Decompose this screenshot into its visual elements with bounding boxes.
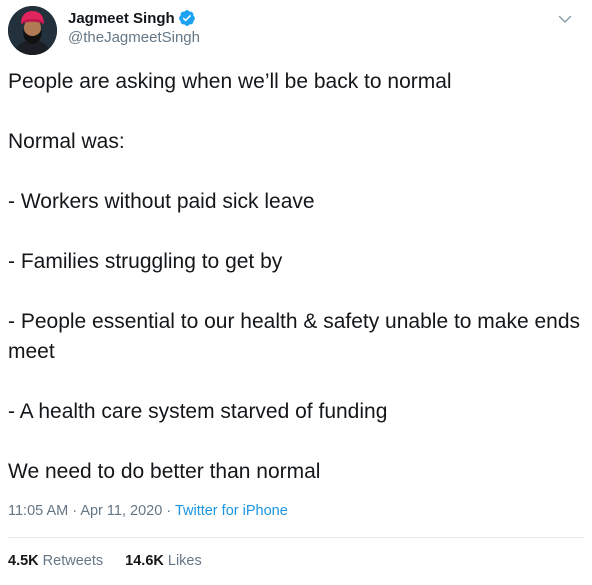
avatar-image xyxy=(8,6,57,55)
tweet-meta: 11:05 AM · Apr 11, 2020 · Twitter for iP… xyxy=(8,503,288,519)
retweets-count: 4.5K xyxy=(8,553,39,569)
chevron-down-icon[interactable] xyxy=(554,8,576,30)
tweet-stats: 4.5K Retweets 14.6K Likes xyxy=(8,553,220,569)
meta-separator: · xyxy=(72,503,78,519)
tweet-source-link[interactable]: Twitter for iPhone xyxy=(175,503,288,519)
user-handle[interactable]: @theJagmeetSingh xyxy=(68,29,200,46)
likes-label: Likes xyxy=(167,553,202,569)
user-names: Jagmeet Singh @theJagmeetSingh xyxy=(68,8,200,47)
verified-badge-icon xyxy=(178,9,196,27)
retweets-stat[interactable]: 4.5K Retweets xyxy=(8,553,103,569)
tweet-line: - Workers without paid sick leave xyxy=(8,190,315,213)
tweet-line: - A health care system starved of fundin… xyxy=(8,400,388,423)
tweet-line: People are asking when we’ll be back to … xyxy=(8,70,452,93)
tweet-text: People are asking when we’ll be back to … xyxy=(8,67,584,487)
display-name[interactable]: Jagmeet Singh xyxy=(68,10,175,27)
tweet-line: We need to do better than normal xyxy=(8,460,321,483)
retweets-label: Retweets xyxy=(42,553,104,569)
tweet-date[interactable]: Apr 11, 2020 xyxy=(80,503,162,519)
display-name-row: Jagmeet Singh xyxy=(68,8,200,28)
meta-separator: · xyxy=(166,503,172,519)
divider xyxy=(8,537,584,538)
tweet-line: - Families struggling to get by xyxy=(8,250,283,273)
likes-count: 14.6K xyxy=(125,553,164,569)
likes-stat[interactable]: 14.6K Likes xyxy=(125,553,202,569)
tweet-line: Normal was: xyxy=(8,130,125,153)
tweet-card: Jagmeet Singh @theJagmeetSingh People ar… xyxy=(0,0,592,585)
avatar[interactable] xyxy=(8,6,57,55)
tweet-header: Jagmeet Singh @theJagmeetSingh xyxy=(8,6,584,56)
tweet-line: - People essential to our health & safet… xyxy=(8,310,586,363)
tweet-time[interactable]: 11:05 AM xyxy=(8,503,68,519)
